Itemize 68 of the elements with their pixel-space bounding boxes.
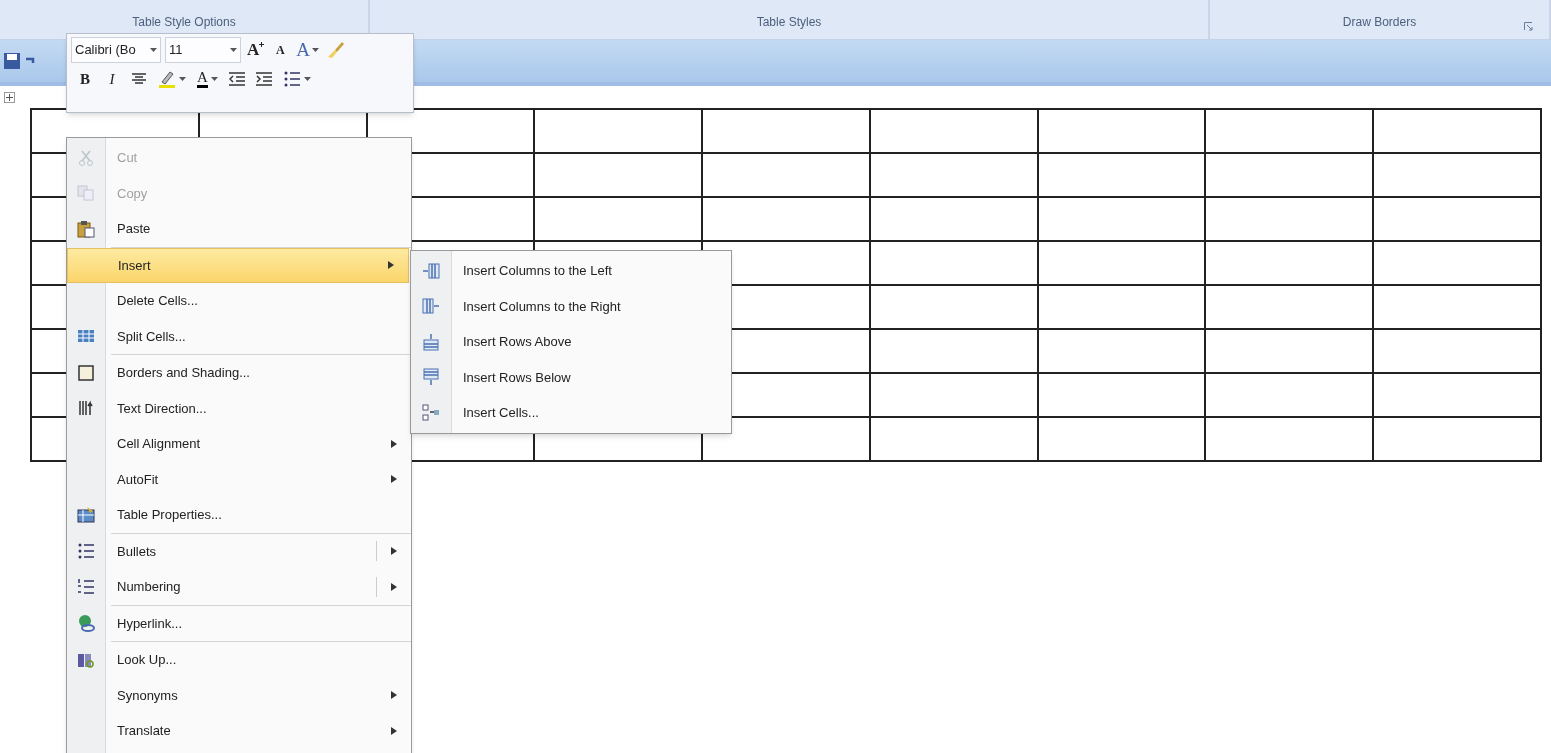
copy-icon	[77, 184, 95, 203]
submenu-arrow-icon	[391, 547, 397, 556]
insert-left-icon	[422, 261, 440, 280]
menu-item[interactable]: Borders and Shading...	[67, 355, 411, 391]
styles-button[interactable]: A	[294, 39, 321, 61]
group-label: Draw Borders	[1342, 14, 1417, 31]
table-properties-icon	[77, 505, 95, 524]
submenu-arrow-icon	[391, 475, 397, 484]
submenu-arrow-icon	[391, 582, 397, 591]
menu-item[interactable]: Table Properties...	[67, 497, 411, 533]
menu-item[interactable]: Synonyms	[67, 677, 411, 713]
menu-item[interactable]: Paste	[67, 211, 411, 247]
bold-button[interactable]: B	[75, 68, 95, 90]
insert-below-icon	[422, 368, 440, 387]
plus-icon	[259, 42, 265, 47]
caret-icon	[179, 77, 186, 81]
bullets-icon	[77, 542, 95, 561]
menu-item[interactable]: Split Cells...	[67, 318, 411, 354]
border-icon	[77, 363, 95, 382]
submenu-arrow-icon	[391, 439, 397, 448]
caret-icon	[303, 77, 311, 81]
increase-indent-icon	[255, 72, 272, 86]
menu-item[interactable]: Bullets	[67, 533, 411, 569]
menu-item[interactable]: Cell Alignment	[67, 426, 411, 462]
caret-icon	[210, 77, 218, 81]
grow-font-button[interactable]: A	[245, 39, 267, 61]
caret-icon	[150, 48, 157, 52]
menu-item[interactable]: AutoFit	[67, 461, 411, 497]
submenu-item[interactable]: Insert Columns to the Left	[411, 253, 731, 289]
submenu-item[interactable]: Insert Cells...	[411, 395, 731, 431]
menu-item[interactable]: Delete Cells...	[67, 283, 411, 319]
scissors-icon	[77, 148, 95, 167]
bullets-icon	[282, 70, 301, 88]
submenu-item[interactable]: Insert Rows Above	[411, 324, 731, 360]
submenu-arrow-icon	[391, 691, 397, 700]
move-handle-icon[interactable]	[4, 92, 15, 103]
dialog-launcher-icon[interactable]	[1524, 22, 1533, 31]
submenu-item[interactable]: Insert Columns to the Right	[411, 288, 731, 324]
submenu-item[interactable]: Insert Rows Below	[411, 359, 731, 395]
insert-cells-icon	[422, 403, 440, 422]
insert-right-icon	[422, 297, 440, 316]
italic-button[interactable]: I	[102, 68, 122, 90]
globe-icon	[77, 614, 95, 633]
font-field[interactable]: Calibri (Bo	[71, 37, 161, 63]
menu-item[interactable]: Text Direction...	[67, 390, 411, 426]
menu-item[interactable]: Look Up...	[67, 642, 411, 678]
insert-above-icon	[422, 332, 440, 351]
group-label: Table Styles	[756, 14, 822, 31]
menu-item[interactable]: Insert	[67, 247, 409, 283]
menu-item[interactable]: Hyperlink...	[67, 605, 411, 641]
size-field[interactable]: 11	[165, 37, 241, 63]
text-direction-icon	[77, 399, 95, 418]
font-color-button[interactable]: A	[195, 68, 220, 90]
save-icon[interactable]	[4, 53, 20, 69]
shrink-font-button[interactable]: A	[270, 39, 291, 61]
numbering-icon	[77, 577, 95, 596]
group-label: Table Style Options	[132, 14, 236, 31]
submenu-arrow-icon	[391, 726, 397, 735]
caret-icon	[230, 48, 237, 52]
clipboard-icon	[77, 219, 95, 238]
menu-item[interactable]: Translate	[67, 713, 411, 749]
submenu-arrow-icon	[388, 261, 394, 270]
decrease-indent-icon	[228, 72, 245, 86]
highlighter-icon	[158, 70, 176, 88]
brush-icon	[327, 41, 345, 59]
align-center-icon	[132, 73, 146, 85]
caret-icon	[312, 48, 319, 52]
menu-item[interactable]: Numbering	[67, 569, 411, 605]
